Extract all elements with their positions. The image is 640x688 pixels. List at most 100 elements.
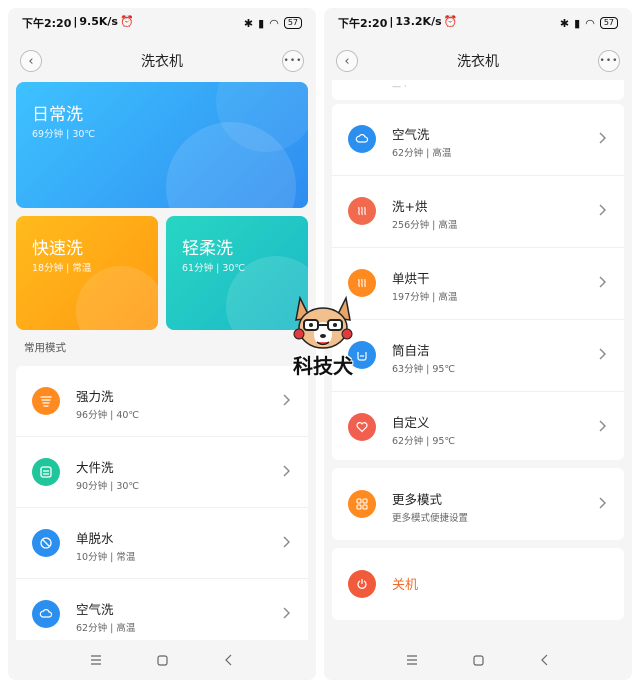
- chevron-right-icon: [280, 464, 294, 478]
- mode-row[interactable]: 自定义 62分钟 | 95℃: [332, 392, 624, 462]
- decorative-shape: [76, 266, 158, 330]
- mode-meta: 90分钟 | 30℃: [76, 481, 140, 492]
- ellipsis-icon: •••: [599, 56, 619, 66]
- mode-row[interactable]: 洗+烘 256分钟 | 高温: [332, 176, 624, 246]
- mode-meta: 62分钟 | 高温: [76, 623, 136, 634]
- scrolled-text-fragment: — ·: [392, 82, 407, 92]
- mode-meta: 63分钟 | 95℃: [392, 364, 456, 375]
- more-modes-card[interactable]: 更多模式 更多模式便捷设置: [332, 468, 624, 540]
- bluetooth-icon: ✱: [243, 16, 254, 30]
- mode-name: 筒自洁: [392, 343, 430, 358]
- system-nav-bar: [8, 640, 316, 680]
- mode-meta: 197分钟 | 高温: [392, 292, 458, 303]
- ellipsis-icon: •••: [283, 56, 303, 66]
- mode-name: 空气洗: [76, 602, 114, 617]
- title-bar: ‹ 洗衣机 •••: [8, 38, 316, 84]
- system-back-button[interactable]: [220, 652, 236, 668]
- card-title: 轻柔洗: [182, 239, 233, 259]
- phone-screen-left: 下午2:20 | 9.5K/s ⏰ ✱ ▮ ◠ 57 ‹ 洗衣机 ••• 日常洗…: [8, 8, 316, 680]
- spin-icon: [32, 529, 60, 557]
- wifi-icon: ◠: [269, 16, 279, 30]
- status-time: 下午2:20: [338, 17, 388, 30]
- back-button[interactable]: ‹: [336, 50, 358, 72]
- mode-row[interactable]: 空气洗 62分钟 | 高温: [332, 104, 624, 174]
- mode-meta: 10分钟 | 常温: [76, 552, 136, 563]
- scrolled-row-fragment: — ·: [332, 80, 624, 100]
- page-title: 洗衣机: [141, 54, 183, 70]
- mode-row[interactable]: 强力洗 96分钟 | 40℃: [16, 366, 308, 436]
- bluetooth-icon: ✱: [559, 16, 570, 30]
- more-modes-subtitle: 更多模式便捷设置: [392, 513, 469, 524]
- mode-meta: 96分钟 | 40℃: [76, 410, 140, 421]
- alarm-icon: ⏰: [119, 15, 134, 28]
- mode-row[interactable]: 筒自洁 63分钟 | 95℃: [332, 320, 624, 390]
- mode-list: 空气洗 62分钟 | 高温 洗+烘 256分钟 | 高温 单烘干 197分钟 |…: [332, 104, 624, 460]
- status-time: 下午2:20: [22, 17, 72, 30]
- chevron-right-icon: [280, 606, 294, 620]
- daily-wash-card[interactable]: 日常洗 69分钟 | 30℃: [16, 82, 308, 208]
- watermark-text: 科技犬: [293, 354, 353, 378]
- air-wash-icon: [32, 600, 60, 628]
- battery-icon: 57: [283, 17, 302, 29]
- mode-name: 单脱水: [76, 531, 114, 546]
- card-title: 日常洗: [32, 105, 83, 125]
- mode-name: 自定义: [392, 415, 430, 430]
- card-meta: 18分钟 | 常温: [32, 263, 92, 274]
- chevron-right-icon: [596, 419, 610, 433]
- mode-row[interactable]: 单脱水 10分钟 | 常温: [16, 508, 308, 578]
- phone-screen-right: 下午2:20 | 13.2K/s ⏰ ✱ ▮ ◠ 57 ‹ 洗衣机 ••• — …: [324, 8, 632, 680]
- menu-button[interactable]: [404, 652, 420, 668]
- wifi-icon: ◠: [585, 16, 595, 30]
- chevron-left-icon: ‹: [344, 53, 350, 69]
- air-wash-icon: [348, 125, 376, 153]
- back-button[interactable]: ‹: [20, 50, 42, 72]
- mode-list: 强力洗 96分钟 | 40℃ 大件洗 90分钟 | 30℃ 单脱水 10分钟 |…: [16, 366, 308, 650]
- menu-button[interactable]: [88, 652, 104, 668]
- mode-name: 大件洗: [76, 460, 114, 475]
- status-bar: 下午2:20 | 13.2K/s ⏰ ✱ ▮ ◠ 57: [324, 8, 632, 38]
- grid-icon: [348, 490, 376, 518]
- watermark-mascot: 科技犬: [282, 290, 364, 386]
- system-back-button[interactable]: [536, 652, 552, 668]
- power-off-button[interactable]: 关机: [332, 548, 624, 620]
- power-icon: [348, 570, 376, 598]
- chevron-right-icon: [596, 203, 610, 217]
- chevron-right-icon: [596, 496, 610, 510]
- home-button[interactable]: [154, 652, 170, 668]
- quick-wash-card[interactable]: 快速洗 18分钟 | 常温: [16, 216, 158, 330]
- mode-meta: 256分钟 | 高温: [392, 220, 458, 231]
- chevron-left-icon: ‹: [28, 53, 34, 69]
- wash-dry-icon: [348, 197, 376, 225]
- status-bar: 下午2:20 | 9.5K/s ⏰ ✱ ▮ ◠ 57: [8, 8, 316, 38]
- strong-wash-icon: [32, 387, 60, 415]
- more-modes-row[interactable]: 更多模式 更多模式便捷设置: [332, 469, 624, 539]
- signal-icon: ▮: [574, 16, 581, 30]
- network-speed: 13.2K/s: [395, 15, 442, 28]
- card-meta: 69分钟 | 30℃: [32, 129, 96, 140]
- mode-meta: 62分钟 | 高温: [392, 148, 452, 159]
- more-options-button[interactable]: •••: [598, 50, 620, 72]
- mode-name: 强力洗: [76, 389, 114, 404]
- bulky-wash-icon: [32, 458, 60, 486]
- chevron-right-icon: [596, 131, 610, 145]
- home-button[interactable]: [470, 652, 486, 668]
- card-title: 快速洗: [32, 239, 83, 259]
- alarm-icon: ⏰: [443, 15, 458, 28]
- chevron-right-icon: [280, 393, 294, 407]
- battery-icon: 57: [599, 17, 618, 29]
- network-speed: 9.5K/s: [79, 15, 118, 28]
- more-modes-title: 更多模式: [392, 492, 443, 507]
- mode-name: 空气洗: [392, 127, 430, 142]
- chevron-right-icon: [596, 275, 610, 289]
- mode-row[interactable]: 单烘干 197分钟 | 高温: [332, 248, 624, 318]
- more-options-button[interactable]: •••: [282, 50, 304, 72]
- mode-meta: 62分钟 | 95℃: [392, 436, 456, 447]
- mode-row[interactable]: 空气洗 62分钟 | 高温: [16, 579, 308, 649]
- mode-name: 洗+烘: [392, 199, 428, 214]
- power-label: 关机: [392, 578, 419, 593]
- title-bar: ‹ 洗衣机 •••: [324, 38, 632, 84]
- chevron-right-icon: [596, 347, 610, 361]
- mode-row[interactable]: 大件洗 90分钟 | 30℃: [16, 437, 308, 507]
- page-title: 洗衣机: [457, 54, 499, 70]
- card-meta: 61分钟 | 30℃: [182, 263, 246, 274]
